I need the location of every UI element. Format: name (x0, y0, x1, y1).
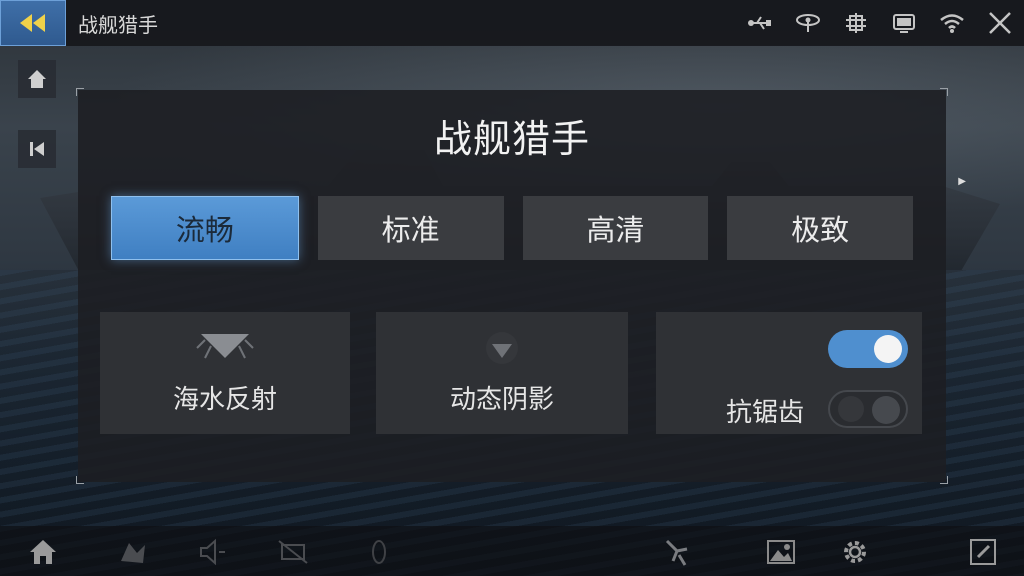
double-chevron-left-icon (20, 14, 45, 32)
previous-side-button[interactable] (18, 130, 56, 168)
anti-aliasing-toggle[interactable] (828, 390, 908, 428)
home-icon (28, 70, 46, 88)
edit-window-icon[interactable] (966, 536, 1000, 568)
graphics-option-row: 海水反射 动态阴影 抗锯齿 (100, 312, 922, 434)
expand-right-arrow-icon[interactable]: ▶ (958, 176, 966, 187)
back-button[interactable] (0, 0, 66, 46)
quality-option-ultra[interactable]: 极致 (727, 196, 913, 260)
anti-aliasing-option: 抗锯齿 (656, 312, 922, 434)
dynamic-shadow-option[interactable]: 动态阴影 (376, 312, 628, 434)
reflection-icon (196, 334, 254, 359)
shadow-icon (486, 332, 518, 364)
quality-option-hd[interactable]: 高清 (522, 196, 709, 260)
top-bar: 战舰猎手 (0, 0, 1024, 46)
toggle-knob-left (838, 396, 864, 422)
crosshair-icon[interactable] (660, 536, 694, 568)
panel-corner (76, 88, 84, 96)
skip-back-icon (30, 142, 44, 156)
close-icon[interactable] (976, 0, 1024, 46)
record-icon[interactable] (362, 536, 396, 568)
top-icon-group (736, 0, 1024, 46)
image-icon[interactable] (764, 536, 798, 568)
home-icon[interactable] (26, 536, 60, 568)
panel-corner (940, 476, 948, 484)
top-toggle-switch[interactable] (828, 330, 908, 368)
home-side-button[interactable] (18, 60, 56, 98)
wifi-icon[interactable] (928, 0, 976, 46)
panel-corner (940, 88, 948, 96)
quality-option-smooth[interactable]: 流畅 (111, 196, 299, 260)
app-title: 战舰猎手 (78, 12, 158, 37)
panel-corner (76, 476, 84, 484)
settings-icon[interactable] (838, 536, 872, 568)
map-icon[interactable] (116, 536, 150, 568)
bottom-bar (0, 526, 1024, 576)
graphics-settings-panel: 战舰猎手 流畅 标准 高清 极致 海水反射 动态阴影 抗锯齿 (76, 88, 948, 484)
water-reflection-label: 海水反射 (172, 385, 277, 415)
usb-icon[interactable] (736, 0, 784, 46)
water-reflection-option[interactable]: 海水反射 (100, 312, 350, 434)
toggle-knob (872, 396, 900, 424)
screenshot-icon[interactable] (276, 536, 310, 568)
quality-selector: 流畅 标准 高清 极致 (111, 196, 913, 260)
dynamic-shadow-label: 动态阴影 (449, 385, 554, 415)
screen-icon[interactable] (880, 0, 928, 46)
volume-icon[interactable] (196, 536, 230, 568)
quality-option-standard[interactable]: 标准 (317, 196, 504, 260)
settings-gear-icon[interactable] (832, 0, 880, 46)
anti-aliasing-label: 抗锯齿 (726, 398, 805, 428)
toggle-knob (874, 335, 902, 363)
signal-antenna-icon[interactable] (784, 0, 832, 46)
panel-title: 战舰猎手 (433, 117, 590, 161)
